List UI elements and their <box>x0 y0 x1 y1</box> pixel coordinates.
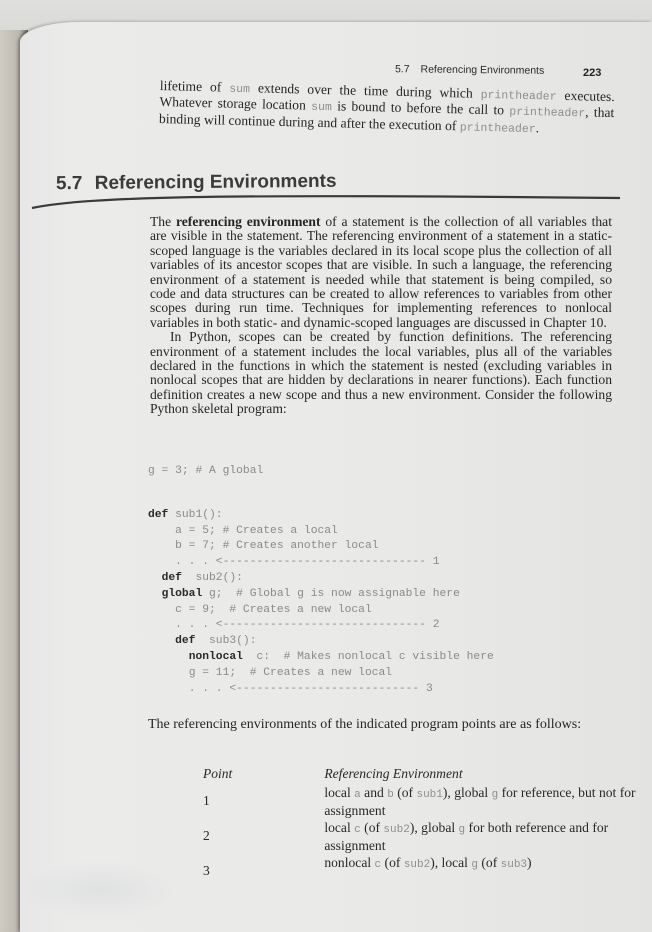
point-cell: 3 <box>203 862 210 878</box>
code-keyword: def <box>148 508 169 521</box>
inline-code: a <box>354 788 361 801</box>
page-number: 223 <box>583 67 602 79</box>
environment-text: local <box>324 784 355 800</box>
term-referencing-environment: referencing environment <box>175 214 321 229</box>
point-cell: 1 <box>203 792 210 808</box>
code-keyword: def <box>161 571 182 584</box>
code-text: . . . <------------------------------ 2 <box>175 619 440 632</box>
inline-code: printheader <box>459 121 536 137</box>
environment-text: local <box>324 819 355 835</box>
inline-code: sum <box>310 101 332 115</box>
code-keyword: def <box>175 635 196 648</box>
code-line: . . . <--------------------------- 3 <box>148 682 568 698</box>
inline-code: printheader <box>509 105 586 121</box>
code-text: c: # Makes nonlocal c visible here <box>242 650 494 663</box>
paragraph-text: lifetime of <box>159 78 230 95</box>
running-head: 5.7 Referencing Environments <box>395 63 544 77</box>
code-line: c = 9; # Creates a new local <box>148 603 568 619</box>
environment-text: (of <box>393 784 417 800</box>
point-cell: 2 <box>203 827 210 843</box>
environment-cell: local c (of sub2), global g for both ref… <box>324 820 640 855</box>
code-line: a = 5; # Creates a local <box>148 524 568 540</box>
environment-text: and <box>360 784 388 800</box>
code-keyword: nonlocal <box>188 650 243 663</box>
environment-text: nonlocal <box>324 854 375 870</box>
code-keyword: global <box>161 587 203 600</box>
code-text: g = 3; # A global <box>148 465 264 477</box>
code-text: c = 9; # Creates a new local <box>175 603 372 616</box>
running-head-section-number: 5.7 <box>394 63 410 76</box>
inline-code: sum <box>229 82 251 97</box>
inline-code: sub3 <box>500 858 528 871</box>
code-text: sub3(): <box>195 635 257 648</box>
code-line: nonlocal c: # Makes nonlocal c visible h… <box>148 650 568 666</box>
environment-text: ), global <box>442 784 492 800</box>
paragraph-referencing-environment: The referencing environment of a stateme… <box>150 214 612 330</box>
table-intro: The referencing environments of the indi… <box>148 717 582 732</box>
running-head-title: Referencing Environments <box>420 63 545 77</box>
code-text: a = 5; # Creates a local <box>175 524 338 537</box>
inline-code: c <box>354 823 361 836</box>
environment-text: (of <box>477 854 501 870</box>
table-header: Point Referencing Environment <box>200 766 640 783</box>
table-row: 1 local a and b (of sub1), global g for r… <box>200 785 640 820</box>
code-line: b = 7; # Creates another local <box>148 539 568 555</box>
referencing-environment-table: Point Referencing Environment 1 local a a… <box>200 766 640 879</box>
inline-code: sub1 <box>416 788 443 801</box>
code-line: def sub2(): <box>148 571 568 587</box>
table-row: 3 nonlocal c (of sub2), local g (of sub3) <box>200 855 640 879</box>
body-text: The referencing environment of a stateme… <box>150 214 612 417</box>
header-environment: Referencing Environment <box>324 766 463 781</box>
inline-code: sub2 <box>383 823 410 836</box>
code-line: def sub1(): <box>148 508 568 524</box>
code-text: g; # Global g is now assignable here <box>202 587 460 600</box>
environment-cell: nonlocal c (of sub2), local g (of sub3) <box>324 855 640 879</box>
header-point: Point <box>203 766 233 781</box>
environment-text: ), local <box>430 854 472 870</box>
code-line: global g; # Global g is now assignable h… <box>148 587 568 603</box>
inline-code: b <box>387 788 394 801</box>
python-code-listing: g = 3; # A global def sub1(): a = 5; # Cr… <box>148 464 568 697</box>
code-text: sub2(): <box>181 571 243 584</box>
environment-text: ), global <box>409 819 459 835</box>
environment-text: ) <box>527 854 532 870</box>
inline-code: g <box>471 858 478 871</box>
code-text: . . . <--------------------------- 3 <box>188 682 433 695</box>
table-row: 2 local c (of sub2), global g for both re… <box>200 820 640 855</box>
code-text: b = 7; # Creates another local <box>175 540 379 553</box>
code-text: g = 11; # Creates a new local <box>188 666 393 679</box>
environment-cell: local a and b (of sub1), global g for re… <box>324 785 640 820</box>
code-line: def sub3(): <box>148 634 568 650</box>
environment-text: (of <box>360 819 384 835</box>
code-line: . . . <------------------------------ 2 <box>148 618 568 634</box>
environment-text: (of <box>381 854 404 870</box>
code-text: . . . <------------------------------ 1 <box>175 556 440 569</box>
inline-code: printheader <box>480 88 557 104</box>
paragraph-python-scopes: In Python, scopes can be created by func… <box>150 329 612 417</box>
bleed-through-text <box>20 860 180 920</box>
inline-code: sub2 <box>403 858 431 871</box>
code-line: g = 11; # Creates a new local <box>148 666 568 682</box>
code-text: sub1(): <box>168 508 223 521</box>
paragraph-text: . <box>535 120 540 136</box>
code-line: . . . <------------------------------ 1 <box>148 555 568 571</box>
code-line: g = 3; # A global <box>148 464 568 480</box>
